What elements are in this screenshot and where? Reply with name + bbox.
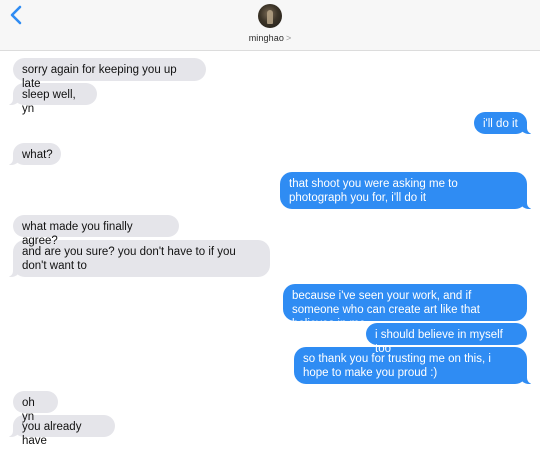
message-bubble-received[interactable]: oh yn	[13, 391, 58, 423]
contact-name: minghao	[248, 33, 284, 43]
message-bubble-sent[interactable]: i should believe in myself too	[366, 323, 527, 355]
message-bubble-received[interactable]: sorry again for keeping you up late	[13, 58, 206, 90]
message-text: i'll do it	[483, 118, 518, 130]
message-text: you already have	[22, 421, 82, 447]
message-text: and are you sure? you don't have to if y…	[22, 246, 236, 272]
message-text: that shoot you were asking me to photogr…	[289, 178, 458, 204]
chevron-right-icon: >	[285, 33, 292, 43]
message-bubble-sent[interactable]: i'll do it	[474, 112, 535, 134]
message-bubble-received[interactable]: what?	[5, 143, 61, 165]
message-bubble-received[interactable]: and are you sure? you don't have to if y…	[5, 240, 270, 277]
message-bubble-sent[interactable]: because i've seen your work, and if some…	[283, 284, 527, 330]
contact-name-button[interactable]: minghao >	[0, 33, 540, 43]
message-bubble-sent[interactable]: so thank you for trusting me on this, i …	[294, 347, 535, 384]
message-text: so thank you for trusting me on this, i …	[303, 353, 491, 379]
message-bubble-received[interactable]: what made you finally agree?	[13, 215, 179, 247]
chevron-left-icon[interactable]	[8, 4, 26, 26]
avatar-photo	[267, 10, 273, 24]
message-bubble-sent[interactable]: that shoot you were asking me to photogr…	[280, 172, 535, 209]
message-text: oh yn	[22, 397, 35, 423]
avatar[interactable]	[258, 4, 282, 28]
message-text: what?	[22, 149, 53, 161]
conversation-header: minghao >	[0, 0, 540, 51]
message-text: sleep well, yn	[22, 89, 76, 115]
